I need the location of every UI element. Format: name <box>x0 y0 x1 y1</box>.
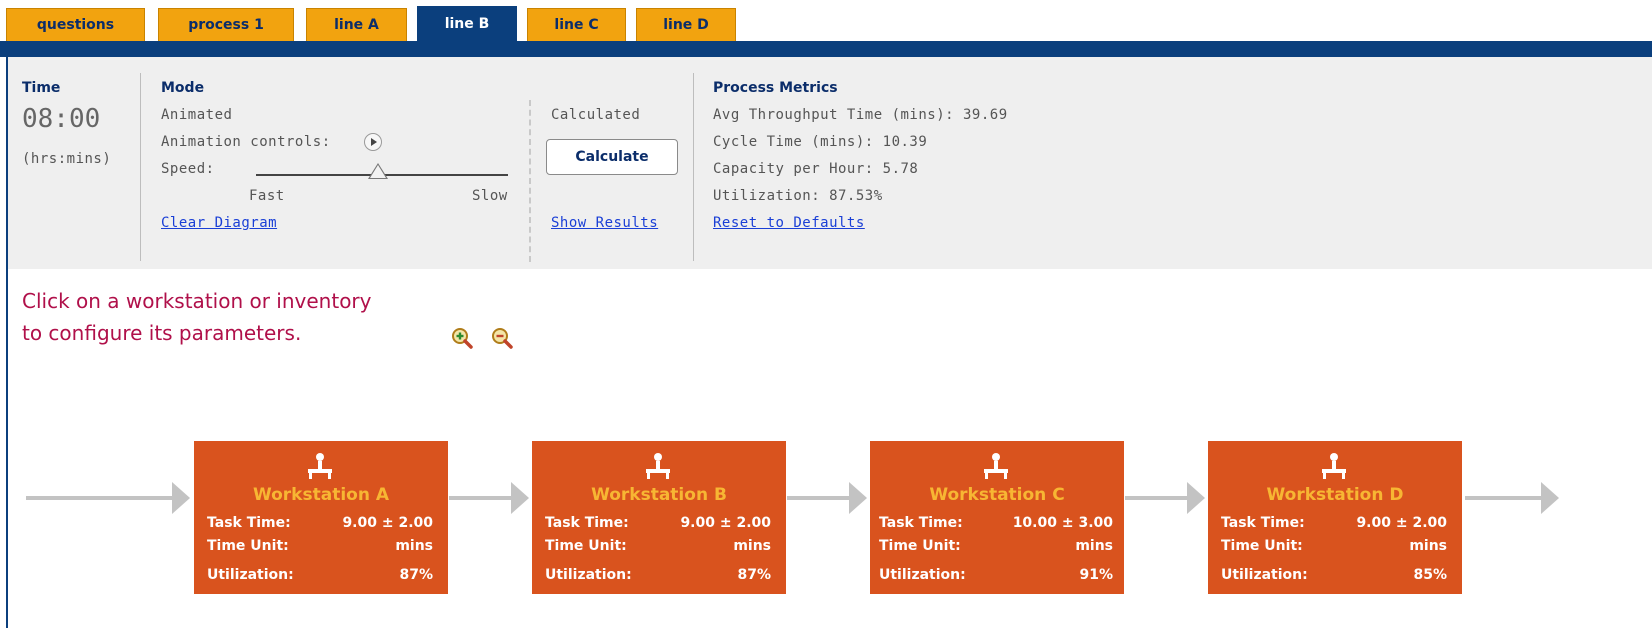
clock-unit: (hrs:mins) <box>22 151 112 167</box>
task-time-label: Task Time: <box>879 515 963 531</box>
task-time-value: 9.00 ± 2.00 <box>680 515 771 531</box>
time-heading: Time <box>22 80 61 96</box>
task-time-value: 9.00 ± 2.00 <box>342 515 433 531</box>
worker-icon <box>646 453 670 479</box>
utilization-label: Utilization: <box>545 567 632 583</box>
task-time-row: Task Time: 9.00 ± 2.00 <box>545 515 771 531</box>
calculated-label: Calculated <box>551 107 641 123</box>
tab-line-a[interactable]: line A <box>306 8 407 41</box>
workstation-name: Workstation C <box>929 485 1065 505</box>
time-unit-label: Time Unit: <box>207 538 289 554</box>
cycle-time-metric: Cycle Time (mins): 10.39 <box>713 134 928 150</box>
clock-value: 08:00 <box>22 104 101 134</box>
flow-arrow <box>449 496 513 500</box>
workstation-b[interactable]: Workstation B Task Time: 9.00 ± 2.00 Tim… <box>532 441 786 594</box>
workstation-name: Workstation B <box>591 485 727 505</box>
task-time-value: 10.00 ± 3.00 <box>1012 515 1113 531</box>
worker-icon <box>308 453 332 479</box>
clear-diagram-link[interactable]: Clear Diagram <box>161 215 277 231</box>
utilization-row: Utilization: 91% <box>879 567 1113 583</box>
workstation-name: Workstation D <box>1266 485 1404 505</box>
animation-controls-label: Animation controls: <box>161 134 331 150</box>
instruction-line-1: Click on a workstation or inventory <box>22 289 372 313</box>
zoom-out-icon[interactable] <box>490 326 514 350</box>
time-unit-label: Time Unit: <box>1221 538 1303 554</box>
left-border <box>0 57 8 628</box>
tab-process-1[interactable]: process 1 <box>158 8 294 41</box>
time-unit-value: mins <box>1075 538 1113 554</box>
task-time-label: Task Time: <box>545 515 629 531</box>
flow-arrow-head <box>1541 482 1559 514</box>
flow-arrow <box>1125 496 1189 500</box>
utilization-value: 87% <box>399 567 433 583</box>
speed-label: Speed: <box>161 161 215 177</box>
mode-divider <box>529 100 531 262</box>
capacity-metric: Capacity per Hour: 5.78 <box>713 161 919 177</box>
time-unit-row: Time Unit: mins <box>1221 538 1447 554</box>
flow-arrow-head <box>172 482 190 514</box>
workstation-name: Workstation A <box>252 485 390 505</box>
utilization-value: 85% <box>1413 567 1447 583</box>
flow-arrow-head <box>511 482 529 514</box>
tab-line-d[interactable]: line D <box>636 8 736 41</box>
speed-slow-label: Slow <box>472 188 508 204</box>
utilization-label: Utilization: <box>879 567 966 583</box>
flow-arrow <box>26 496 174 500</box>
animated-label: Animated <box>161 107 233 123</box>
time-unit-value: mins <box>733 538 771 554</box>
task-time-label: Task Time: <box>207 515 291 531</box>
time-unit-value: mins <box>1409 538 1447 554</box>
workstation-d[interactable]: Workstation D Task Time: 9.00 ± 2.00 Tim… <box>1208 441 1462 594</box>
flow-arrow-head <box>1187 482 1205 514</box>
tab-underline <box>0 41 1652 57</box>
avg-throughput-metric: Avg Throughput Time (mins): 39.69 <box>713 107 1008 123</box>
task-time-value: 9.00 ± 2.00 <box>1356 515 1447 531</box>
utilization-row: Utilization: 85% <box>1221 567 1447 583</box>
divider <box>693 73 694 261</box>
utilization-row: Utilization: 87% <box>545 567 771 583</box>
tab-bar: questions process 1 line A line B line C… <box>0 0 1652 41</box>
calculate-button[interactable]: Calculate <box>546 139 678 175</box>
time-unit-label: Time Unit: <box>879 538 961 554</box>
task-time-row: Task Time: 9.00 ± 2.00 <box>207 515 433 531</box>
utilization-value: 91% <box>1079 567 1113 583</box>
time-unit-value: mins <box>395 538 433 554</box>
reset-defaults-link[interactable]: Reset to Defaults <box>713 215 865 231</box>
flow-arrow <box>1465 496 1543 500</box>
workstation-c[interactable]: Workstation C Task Time: 10.00 ± 3.00 Ti… <box>870 441 1124 594</box>
zoom-in-icon[interactable] <box>450 326 474 350</box>
workstation-a[interactable]: Workstation A Task Time: 9.00 ± 2.00 Tim… <box>194 441 448 594</box>
speed-slider-handle[interactable] <box>368 163 388 179</box>
utilization-label: Utilization: <box>1221 567 1308 583</box>
instruction-line-2: to configure its parameters. <box>22 321 302 345</box>
process-metrics-heading: Process Metrics <box>713 80 838 96</box>
time-unit-row: Time Unit: mins <box>545 538 771 554</box>
speed-fast-label: Fast <box>249 188 285 204</box>
flow-arrow-head <box>849 482 867 514</box>
tab-line-b[interactable]: line B <box>417 6 517 41</box>
time-unit-row: Time Unit: mins <box>879 538 1113 554</box>
utilization-label: Utilization: <box>207 567 294 583</box>
worker-icon <box>1322 453 1346 479</box>
utilization-row: Utilization: 87% <box>207 567 433 583</box>
tab-line-c[interactable]: line C <box>527 8 626 41</box>
divider <box>140 73 141 261</box>
utilization-metric: Utilization: 87.53% <box>713 188 883 204</box>
task-time-label: Task Time: <box>1221 515 1305 531</box>
time-unit-row: Time Unit: mins <box>207 538 433 554</box>
show-results-link[interactable]: Show Results <box>551 215 658 231</box>
worker-icon <box>984 453 1008 479</box>
task-time-row: Task Time: 9.00 ± 2.00 <box>1221 515 1447 531</box>
utilization-value: 87% <box>737 567 771 583</box>
tab-questions[interactable]: questions <box>6 8 145 41</box>
play-icon[interactable] <box>364 133 382 151</box>
flow-arrow <box>787 496 851 500</box>
time-unit-label: Time Unit: <box>545 538 627 554</box>
task-time-row: Task Time: 10.00 ± 3.00 <box>879 515 1113 531</box>
mode-heading: Mode <box>161 80 205 96</box>
